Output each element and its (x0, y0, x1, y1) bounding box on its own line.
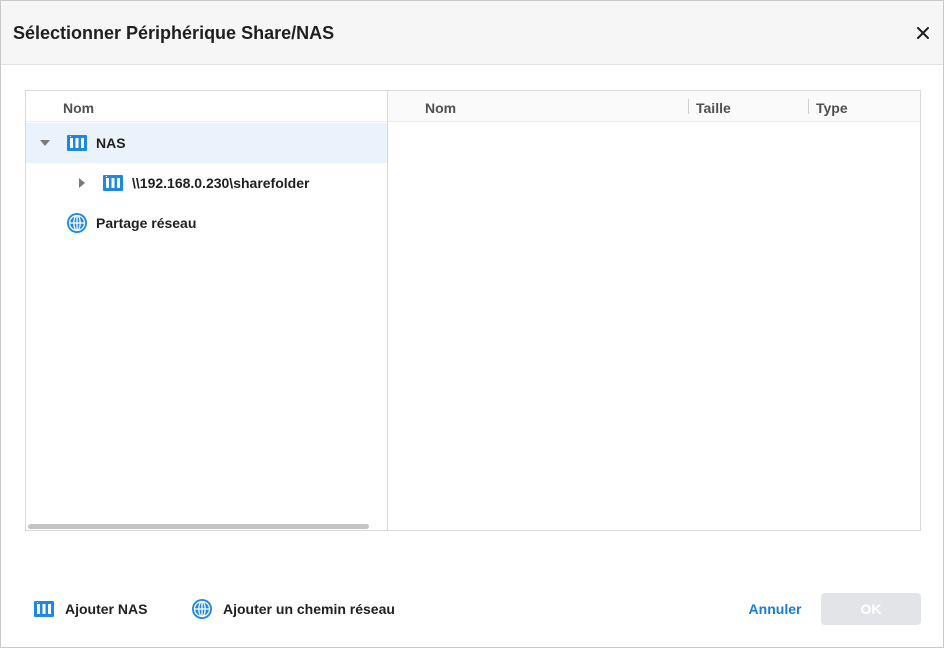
close-icon (917, 27, 929, 39)
add-nas-label: Ajouter NAS (65, 601, 148, 617)
tree-item-sharefolder[interactable]: \\192.168.0.230\sharefolder (26, 163, 387, 203)
add-network-path-label: Ajouter un chemin réseau (223, 601, 395, 617)
caret-right-icon[interactable] (76, 177, 88, 189)
globe-icon (67, 213, 87, 233)
globe-icon (192, 599, 212, 619)
column-size-label: Taille (696, 100, 731, 116)
tree-header-name: Nom (63, 100, 95, 116)
column-header-size[interactable]: Taille (689, 91, 808, 122)
browser-panel: Nom NAS \\192.168.0.230\sharefolder Part… (25, 90, 921, 531)
caret-down-icon[interactable] (39, 137, 51, 149)
ok-button[interactable]: OK (821, 593, 921, 625)
add-network-path-button[interactable]: Ajouter un chemin réseau (191, 598, 421, 622)
tree-item-partage-reseau[interactable]: Partage réseau (26, 203, 387, 243)
nas-icon (67, 135, 87, 151)
dialog-title: Sélectionner Périphérique Share/NAS (13, 23, 335, 43)
dialog-titlebar: Sélectionner Périphérique Share/NAS (1, 1, 943, 65)
column-name-label: Nom (425, 100, 457, 116)
tree-item-label: \\192.168.0.230\sharefolder (132, 175, 310, 191)
close-button[interactable] (911, 21, 935, 45)
column-header-type[interactable]: Type (809, 91, 919, 122)
column-header-name[interactable]: Nom (388, 91, 688, 122)
tree-item-label: NAS (96, 135, 126, 151)
cancel-button[interactable]: Annuler (741, 593, 809, 625)
horizontal-scrollbar[interactable] (28, 524, 369, 529)
tree-item-label: Partage réseau (96, 215, 197, 231)
nas-icon (34, 601, 54, 617)
tree-header: Nom (26, 91, 387, 122)
tree-item-nas[interactable]: NAS (26, 123, 387, 163)
detail-pane: Nom Taille Type (388, 91, 920, 530)
share-nas-dialog: Sélectionner Périphérique Share/NAS Nom (0, 0, 944, 648)
tree-pane: Nom NAS \\192.168.0.230\sharefolder Part… (26, 91, 388, 530)
column-type-label: Type (816, 100, 848, 116)
nas-icon (103, 175, 123, 191)
detail-header: Nom Taille Type (388, 91, 920, 122)
add-nas-button[interactable]: Ajouter NAS (33, 598, 163, 622)
